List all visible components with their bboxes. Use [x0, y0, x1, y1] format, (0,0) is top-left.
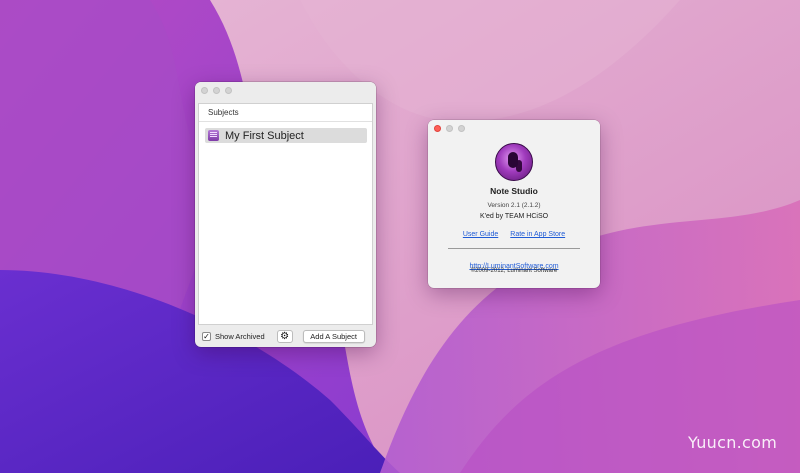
gear-icon: ⚙ — [280, 331, 290, 342]
credits-text: K'ed by TEAM HCiSO — [479, 213, 549, 220]
show-archived-label[interactable]: Show Archived — [215, 332, 265, 341]
minimize-button[interactable] — [446, 125, 453, 132]
close-button[interactable] — [201, 87, 208, 94]
add-subject-button[interactable]: Add A Subject — [302, 330, 365, 343]
subjects-list-header: Subjects — [199, 104, 372, 122]
show-archived-checkbox[interactable]: ✓ — [202, 332, 211, 341]
subject-list-item[interactable]: My First Subject — [205, 128, 367, 143]
app-name: Note Studio — [490, 186, 538, 196]
about-window: Note Studio Version 2.1 (2.1.2) K'ed by … — [428, 120, 600, 288]
rate-app-store-link[interactable]: Rate in App Store — [510, 231, 565, 238]
copyright-text: ©2009-2012, Luminant Software — [470, 268, 558, 274]
zoom-button[interactable] — [458, 125, 465, 132]
about-window-titlebar[interactable] — [428, 120, 600, 137]
subjects-window-titlebar[interactable] — [195, 82, 376, 99]
close-button[interactable] — [434, 125, 441, 132]
zoom-button[interactable] — [225, 87, 232, 94]
about-links: User Guide Rate in App Store — [428, 231, 600, 238]
subjects-window: Subjects My First Subject ✓ Show Archive… — [195, 82, 376, 347]
desktop-wallpaper — [0, 0, 800, 473]
watermark: Yuucn.com — [688, 433, 778, 452]
user-guide-link[interactable]: User Guide — [463, 231, 498, 238]
divider — [448, 248, 580, 249]
subject-notebook-icon — [208, 130, 219, 141]
subject-item-label: My First Subject — [225, 129, 304, 142]
subjects-list: Subjects My First Subject — [198, 103, 373, 325]
subjects-bottom-bar: ✓ Show Archived ⚙ Add A Subject — [195, 326, 376, 347]
app-version: Version 2.1 (2.1.2) — [487, 202, 541, 209]
minimize-button[interactable] — [213, 87, 220, 94]
app-logo-icon — [495, 143, 533, 181]
settings-gear-button[interactable]: ⚙ — [276, 330, 293, 343]
